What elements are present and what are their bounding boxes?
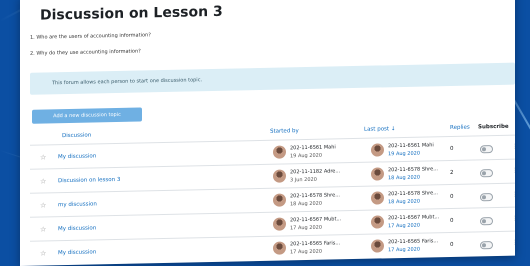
more-actions-icon[interactable]: ⋮ xyxy=(512,215,515,223)
replies-count: 0 xyxy=(450,217,454,224)
subscribe-toggle[interactable] xyxy=(480,145,493,154)
last-post-user: 202-11-6578 Shre... xyxy=(388,190,438,198)
starter-name: 202-11-6567 Mubt... xyxy=(290,216,342,224)
column-started-by[interactable]: Started by xyxy=(270,128,299,135)
last-post-date-link[interactable]: 18 Aug 2020 xyxy=(388,199,420,206)
topic-link[interactable]: My discussion xyxy=(58,249,96,256)
subscribe-toggle[interactable] xyxy=(480,193,493,202)
replies-count: 0 xyxy=(450,193,454,200)
replies-count: 2 xyxy=(450,169,454,176)
starter-name: 202-11-1182 Adre... xyxy=(290,168,341,176)
avatar xyxy=(273,241,286,255)
start-date: 18 Aug 2020 xyxy=(290,200,323,208)
last-post-user: 202-11-6565 Faris... xyxy=(388,238,439,246)
start-date: 17 Aug 2020 xyxy=(290,224,323,232)
star-icon[interactable]: ☆ xyxy=(40,153,46,161)
more-actions-icon[interactable]: ⋮ xyxy=(512,191,515,199)
topic-link[interactable]: Discussion on lesson 3 xyxy=(58,177,120,184)
last-post-user: 202-11-6561 Mahi xyxy=(388,142,434,150)
topic-link[interactable]: My discussion xyxy=(58,153,96,160)
subscribe-toggle[interactable] xyxy=(480,241,493,250)
page-title: Discussion on Lesson 3 xyxy=(40,3,223,24)
subscribe-toggle[interactable] xyxy=(480,169,493,178)
last-post-date-link[interactable]: 17 Aug 2020 xyxy=(388,247,420,254)
more-actions-icon[interactable]: ⋮ xyxy=(512,239,515,247)
more-actions-icon[interactable]: ⋮ xyxy=(512,143,515,151)
avatar xyxy=(273,169,286,183)
column-replies[interactable]: Replies xyxy=(450,125,470,131)
question-1: 1. Who are the users of accounting infor… xyxy=(30,32,151,41)
avatar xyxy=(371,239,384,253)
starter-name: 202-11-6565 Faris... xyxy=(290,240,341,248)
column-last-post[interactable]: Last post ↓ xyxy=(364,126,395,133)
question-2: 2. Why do they use accounting informatio… xyxy=(30,48,141,57)
star-icon[interactable]: ☆ xyxy=(40,177,46,185)
more-actions-icon[interactable]: ⋮ xyxy=(512,167,515,175)
add-discussion-button[interactable]: Add a new discussion topic xyxy=(32,107,142,124)
avatar xyxy=(371,143,384,157)
forum-page: Discussion on Lesson 3 1. Who are the us… xyxy=(20,0,515,266)
start-date: 19 Aug 2020 xyxy=(290,152,323,160)
last-post-user: 202-11-6578 Shre... xyxy=(388,166,438,174)
last-post-date-link[interactable]: 17 Aug 2020 xyxy=(388,223,420,230)
column-subscribe: Subscribe xyxy=(478,123,509,131)
star-icon[interactable]: ☆ xyxy=(40,225,46,233)
info-note: This forum allows each person to start o… xyxy=(30,62,515,95)
last-post-user: 202-11-6567 Mubt... xyxy=(388,214,440,222)
avatar xyxy=(371,215,384,229)
last-post-date-link[interactable]: 18 Aug 2020 xyxy=(388,175,420,182)
subscribe-toggle[interactable] xyxy=(480,217,493,226)
replies-count: 0 xyxy=(450,145,454,152)
column-discussion[interactable]: Discussion xyxy=(62,133,91,140)
star-icon[interactable]: ☆ xyxy=(40,201,46,209)
starter-name: 202-11-6578 Shre... xyxy=(290,192,340,200)
replies-count: 0 xyxy=(450,241,454,248)
avatar xyxy=(273,193,286,207)
avatar xyxy=(273,217,286,231)
info-note-text: This forum allows each person to start o… xyxy=(52,77,203,87)
starter-name: 202-11-6561 Mahi xyxy=(290,144,336,152)
avatar xyxy=(273,145,286,159)
star-icon[interactable]: ☆ xyxy=(40,249,46,257)
topic-link[interactable]: my discussion xyxy=(58,201,97,208)
start-date: 17 Aug 2020 xyxy=(290,248,323,256)
start-date: 3 Jun 2020 xyxy=(290,176,317,184)
avatar xyxy=(371,167,384,181)
avatar xyxy=(371,191,384,205)
topic-link[interactable]: My discussion xyxy=(58,225,96,232)
last-post-date-link[interactable]: 19 Aug 2020 xyxy=(388,151,420,158)
